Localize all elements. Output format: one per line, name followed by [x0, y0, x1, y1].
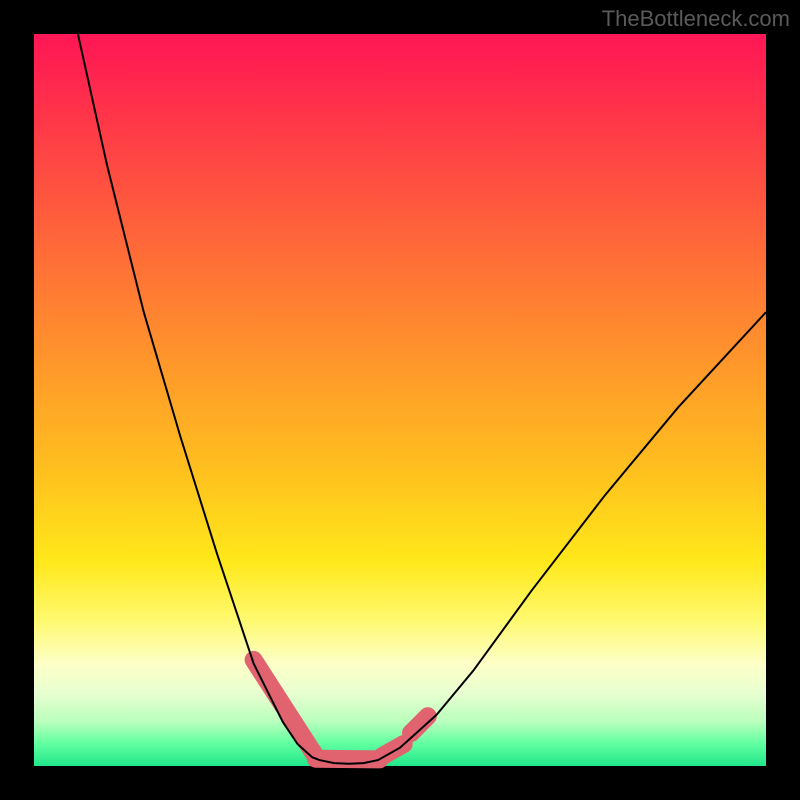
- chart-svg: [34, 34, 766, 766]
- watermark-text: TheBottleneck.com: [602, 6, 790, 32]
- valley-highlight-group: [254, 660, 428, 760]
- highlight-segment: [316, 759, 380, 760]
- chart-plot-area: [34, 34, 766, 766]
- highlight-segment: [254, 660, 316, 757]
- bottleneck-curve: [78, 34, 766, 764]
- highlight-segment: [382, 744, 404, 757]
